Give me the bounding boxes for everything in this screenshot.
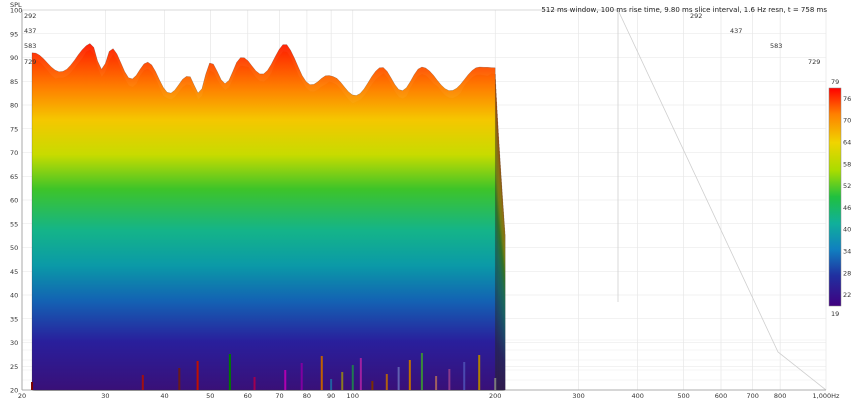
y-tick-label: 30: [10, 339, 18, 347]
marker-bar: [341, 372, 344, 390]
x-tick-label: 30: [101, 392, 109, 400]
colorbar-tick-label: 64: [843, 139, 851, 147]
chart-title: 512 ms window, 100 ms rise time, 9.80 ms…: [541, 6, 827, 14]
marker-bar: [300, 363, 303, 390]
marker-bar: [397, 367, 400, 390]
x-tick-label: 20: [18, 392, 26, 400]
waterfall-slice: [31, 43, 496, 391]
y-axis-label: SPL: [10, 1, 22, 9]
time-tick-label-left: 583: [24, 42, 36, 50]
x-tick-label: 700: [746, 392, 758, 400]
marker-bar: [359, 358, 362, 390]
marker-bar: [141, 375, 144, 390]
x-tick-label: 80: [303, 392, 311, 400]
y-tick-label: 55: [10, 220, 18, 228]
y-tick-label: 95: [10, 30, 18, 38]
marker-bar: [228, 354, 231, 390]
marker-bar: [371, 381, 374, 390]
marker-bar: [253, 377, 256, 390]
colorbar-tick-label: 46: [843, 204, 851, 212]
marker-bar: [420, 353, 423, 390]
marker-bar: [408, 360, 411, 390]
marker-bar: [320, 356, 323, 390]
y-tick-label: 35: [10, 315, 18, 323]
y-tick-label: 40: [10, 292, 18, 300]
x-tick-label: 500: [677, 392, 689, 400]
marker-bar: [284, 370, 287, 390]
y-tick-label: 25: [10, 363, 18, 371]
marker-bar: [351, 365, 354, 390]
x-tick-label: 90: [327, 392, 335, 400]
marker-bar: [435, 376, 438, 390]
y-tick-label: 80: [10, 102, 18, 110]
marker-bar: [448, 369, 451, 390]
marker-bar: [463, 362, 466, 390]
y-tick-label: 85: [10, 78, 18, 86]
time-tick-label-left: 729: [24, 58, 36, 66]
colorbar-tick-label: 19: [831, 310, 839, 318]
colorbar-tick-label: 28: [843, 269, 851, 277]
y-tick-label: 70: [10, 149, 18, 157]
y-tick-label: 65: [10, 173, 18, 181]
y-tick-label: 50: [10, 244, 18, 252]
colorbar-tick-label: 34: [843, 248, 851, 256]
x-tick-label: 800: [774, 392, 786, 400]
x-tick-label: 40: [160, 392, 168, 400]
colorbar: [828, 87, 842, 307]
time-tick-label-back: 583: [770, 42, 782, 50]
y-tick-label: 90: [10, 54, 18, 62]
y-tick-label: 45: [10, 268, 18, 276]
colorbar-tick-label: 52: [843, 182, 851, 190]
y-tick-label: 75: [10, 125, 18, 133]
x-tick-label: 400: [631, 392, 643, 400]
waterfall-plot: 20 25 30 35 40 45 50 55 60 65 70 75 80 85 90 95 100 SPL 20…: [10, 1, 851, 400]
x-tick-label: 200: [489, 392, 501, 400]
x-tick-label: 60: [244, 392, 252, 400]
colorbar-tick-label: 79: [831, 78, 839, 86]
time-tick-label-left: 437: [24, 27, 36, 35]
marker-bar: [385, 374, 388, 390]
colorbar-tick-label: 58: [843, 160, 851, 168]
x-tick-label: 1,000Hz: [813, 392, 840, 400]
colorbar-tick-label: 22: [843, 291, 851, 299]
x-tick-label: 100: [347, 392, 359, 400]
x-tick-label: 300: [572, 392, 584, 400]
colorbar-tick-label: 76: [843, 95, 851, 103]
colorbar-tick-label: 40: [843, 226, 851, 234]
time-tick-label-back: 729: [808, 58, 820, 66]
time-tick-label-back: 437: [730, 27, 742, 35]
x-tick-label: 600: [715, 392, 727, 400]
x-tick-label: 50: [206, 392, 214, 400]
marker-bar: [31, 382, 34, 390]
marker-bar: [478, 355, 481, 390]
marker-bar: [178, 368, 181, 390]
x-tick-label: 70: [275, 392, 283, 400]
marker-bar: [196, 361, 199, 390]
y-tick-label: 60: [10, 197, 18, 205]
marker-bar: [494, 378, 497, 390]
colorbar-tick-label: 70: [843, 117, 851, 125]
marker-bar: [330, 379, 333, 390]
time-tick-label-left: 292: [24, 12, 36, 20]
